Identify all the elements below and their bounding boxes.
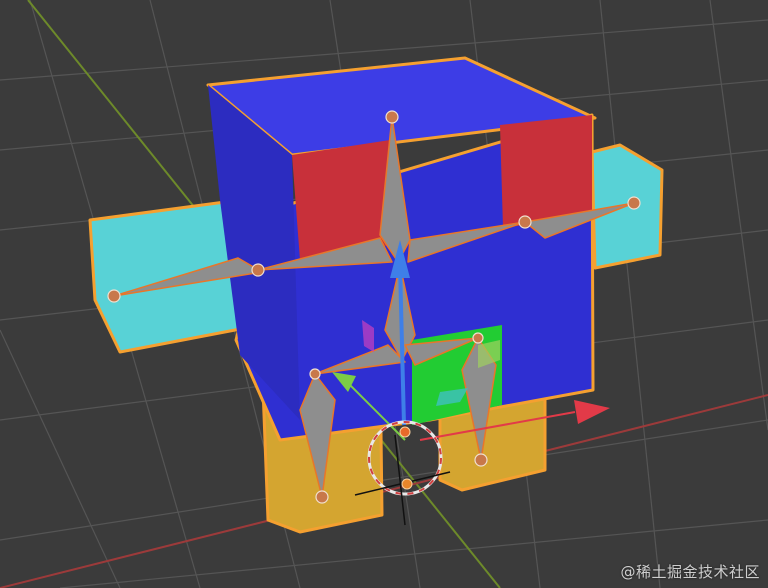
joint-hip-r[interactable] [472,332,484,344]
joint-head[interactable] [385,110,399,124]
gizmo-x-arrow-icon[interactable] [574,400,610,424]
joint-elbow-r[interactable] [518,215,532,229]
joint-hip-l[interactable] [309,368,321,380]
red-panel-right [500,115,592,228]
watermark: @稀土掘金技术社区 [620,563,760,581]
joint-foot-r[interactable] [474,453,488,467]
cube-character[interactable] [88,56,664,534]
scene-canvas[interactable] [0,0,768,588]
joint-hand-l[interactable] [107,289,121,303]
joint-foot-l[interactable] [315,490,329,504]
joint-elbow-l[interactable] [251,263,265,277]
origin-point-bottom[interactable] [401,478,413,490]
joint-hand-r[interactable] [627,196,641,210]
origin-point-top[interactable] [399,426,411,438]
3d-viewport[interactable]: @稀土掘金技术社区 [0,0,768,588]
